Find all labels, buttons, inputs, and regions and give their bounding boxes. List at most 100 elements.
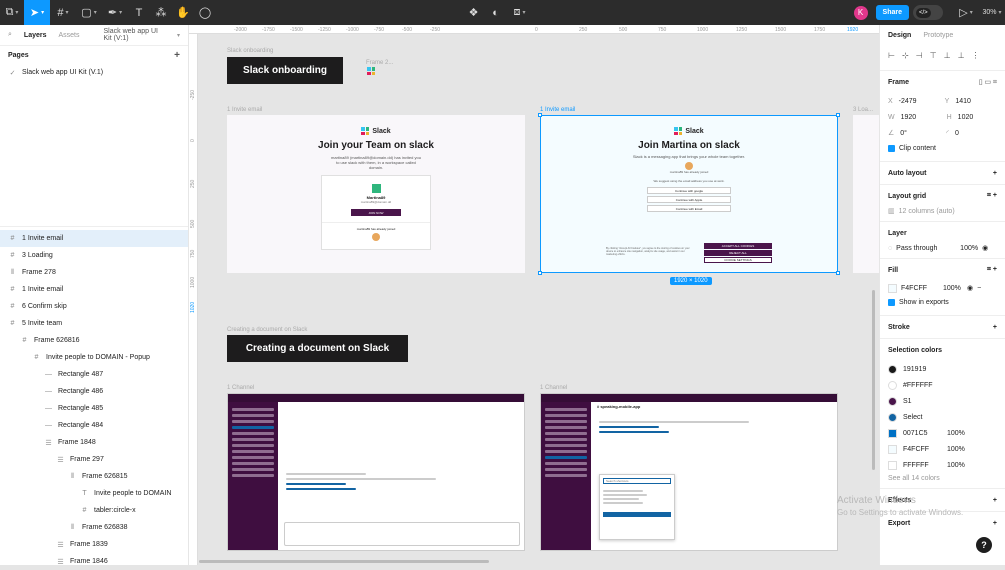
fill-hex-input[interactable]: F4FCFF xyxy=(901,285,939,292)
add-export-icon[interactable]: + xyxy=(993,520,997,527)
fill-swatch[interactable] xyxy=(888,283,897,293)
shortcut-highlight[interactable] xyxy=(603,512,671,517)
add-grid-icon[interactable]: ⌗ + xyxy=(987,192,997,200)
layer-item[interactable]: # tabler:circle-x xyxy=(0,502,188,519)
loading-frame[interactable] xyxy=(853,115,879,273)
y-input[interactable]: 1410 xyxy=(955,98,971,105)
layer-item[interactable]: — Rectangle 486 xyxy=(0,383,188,400)
resize-handle[interactable] xyxy=(836,271,840,275)
layer-item[interactable]: ☰ Frame 1839 xyxy=(0,536,188,553)
layer-item[interactable]: T Invite people to DOMAIN xyxy=(0,485,188,502)
add-auto-layout-icon[interactable]: + xyxy=(993,170,997,177)
layer-item[interactable]: ⦀ Frame 626815 xyxy=(0,468,188,485)
file-name[interactable]: Slack web app UI Kit (V:1) xyxy=(104,28,165,42)
dev-mode-toggle[interactable]: </> xyxy=(913,5,943,20)
frame-label[interactable]: Frame xyxy=(888,79,909,86)
pen-tool-button[interactable]: ✒ ▾ xyxy=(102,0,128,25)
present-button[interactable]: ▷ ▾ xyxy=(953,0,979,25)
color-swatch[interactable] xyxy=(888,460,897,470)
resize-handle[interactable] xyxy=(538,113,542,117)
columns-icon[interactable]: ▥ xyxy=(888,207,895,215)
channel-frame-1[interactable] xyxy=(227,393,525,551)
layer-item[interactable]: #6 Confirm skip xyxy=(0,298,188,315)
banner-creating-document[interactable]: Creating a document on Slack xyxy=(227,335,408,362)
fill-opacity-input[interactable]: 100% xyxy=(943,285,963,292)
panel-toggle-icon[interactable]: ⌕ xyxy=(8,31,12,39)
layer-item[interactable]: — Rectangle 484 xyxy=(0,417,188,434)
user-avatar[interactable]: K xyxy=(850,0,872,25)
layer-item[interactable]: ☰ Frame 1846 xyxy=(0,553,188,570)
horizontal-scrollbar[interactable] xyxy=(199,560,489,563)
selection-color-row[interactable]: FFFFFF 100% xyxy=(888,457,997,473)
color-swatch[interactable] xyxy=(888,396,897,406)
height-input[interactable]: 1020 xyxy=(958,114,974,121)
layer-item[interactable]: ☰ Frame 297 xyxy=(0,451,188,468)
x-input[interactable]: -2479 xyxy=(899,98,939,105)
share-button[interactable]: Share xyxy=(875,5,909,20)
align-top-icon[interactable]: ⊤ xyxy=(930,51,937,64)
resources-button[interactable]: ⁂ xyxy=(150,0,172,25)
width-input[interactable]: 1920 xyxy=(901,114,941,121)
align-center-icon[interactable]: ⊹ xyxy=(902,51,909,64)
layer-item[interactable]: # Frame 626816 xyxy=(0,332,188,349)
vertical-scrollbar[interactable] xyxy=(872,290,875,470)
layer-item[interactable]: ⦀ Frame 278 xyxy=(0,264,188,281)
move-tool-button[interactable]: ➤ ▾ xyxy=(24,0,50,25)
add-fill-icon[interactable]: ⌗ + xyxy=(987,266,997,274)
layer-opacity-input[interactable]: 100% xyxy=(960,245,978,252)
channel-frame-2[interactable]: # speaking-mobile-app Search shortcuts xyxy=(540,393,838,551)
rotation-input[interactable]: 0° xyxy=(900,130,940,137)
add-page-icon[interactable]: + xyxy=(174,50,180,61)
layer-item[interactable]: ⦀ Frame 626838 xyxy=(0,519,188,536)
eye-icon[interactable]: ◉ xyxy=(982,244,988,252)
align-left-icon[interactable]: ⊢ xyxy=(888,51,895,64)
device-icons[interactable]: ▯ ▭ ⌗ xyxy=(979,78,997,87)
see-all-colors-link[interactable]: See all 14 colors xyxy=(888,475,997,482)
align-right-icon[interactable]: ⊣ xyxy=(916,51,923,64)
layer-item[interactable]: #1 Invite email xyxy=(0,230,188,247)
text-tool-button[interactable]: T xyxy=(128,0,150,25)
layer-item[interactable]: #3 Loading xyxy=(0,247,188,264)
tab-design[interactable]: Design xyxy=(888,32,911,39)
distribute-icon[interactable]: ⋮ xyxy=(972,51,980,64)
clip-content-checkbox[interactable] xyxy=(888,144,895,152)
align-bottom-icon[interactable]: ⊥ xyxy=(958,51,965,64)
selection-color-row[interactable]: 0071C5 100% xyxy=(888,425,997,441)
show-exports-checkbox[interactable] xyxy=(888,298,895,306)
hand-tool-button[interactable]: ✋ xyxy=(172,0,194,25)
color-swatch[interactable] xyxy=(888,364,897,374)
radius-input[interactable]: 0 xyxy=(955,130,959,137)
resize-handle[interactable] xyxy=(836,113,840,117)
layer-item[interactable]: ☰ Frame 1848 xyxy=(0,434,188,451)
tab-prototype[interactable]: Prototype xyxy=(923,32,953,39)
selection-color-row[interactable]: Select xyxy=(888,409,997,425)
components-toggle-button[interactable]: ❖ xyxy=(463,0,485,25)
color-swatch[interactable] xyxy=(888,444,897,454)
selection-color-row[interactable]: #FFFFFF xyxy=(888,377,997,393)
layer-item[interactable]: — Rectangle 485 xyxy=(0,400,188,417)
page-item[interactable]: ✓ Slack web app UI Kit (V.1) xyxy=(0,64,188,81)
tab-assets[interactable]: Assets xyxy=(59,32,80,39)
remove-fill-icon[interactable]: − xyxy=(977,285,981,292)
layer-item[interactable]: # Invite people to DOMAIN - Popup xyxy=(0,349,188,366)
color-swatch[interactable] xyxy=(888,380,897,390)
layer-item[interactable]: — Rectangle 487 xyxy=(0,366,188,383)
blend-mode-select[interactable]: Pass through xyxy=(896,245,956,252)
shape-tool-button[interactable]: ▢ ▾ xyxy=(76,0,102,25)
shortcuts-search[interactable]: Search shortcuts xyxy=(603,478,671,484)
zoom-dropdown[interactable]: 30% ▾ xyxy=(979,0,1005,25)
frame-tool-button[interactable]: # ▾ xyxy=(50,0,76,25)
main-menu-button[interactable]: ⧉ ▾ xyxy=(0,0,24,25)
invite-email-frame-1[interactable]: Slack Join your Team on slack martina89 … xyxy=(227,115,525,273)
grid-value[interactable]: 12 columns (auto) xyxy=(899,208,955,215)
color-swatch[interactable] xyxy=(888,428,897,438)
message-composer[interactable] xyxy=(284,522,520,546)
align-middle-icon[interactable]: ⊥ xyxy=(944,51,951,64)
add-stroke-icon[interactable]: + xyxy=(993,324,997,331)
help-button[interactable]: ? xyxy=(976,537,992,553)
resize-handle[interactable] xyxy=(538,271,542,275)
comment-tool-button[interactable]: ◯ xyxy=(194,0,216,25)
selection-color-row[interactable]: F4FCFF 100% xyxy=(888,441,997,457)
selection-color-row[interactable]: 191919 xyxy=(888,361,997,377)
slack-mini-icon[interactable] xyxy=(367,67,375,75)
